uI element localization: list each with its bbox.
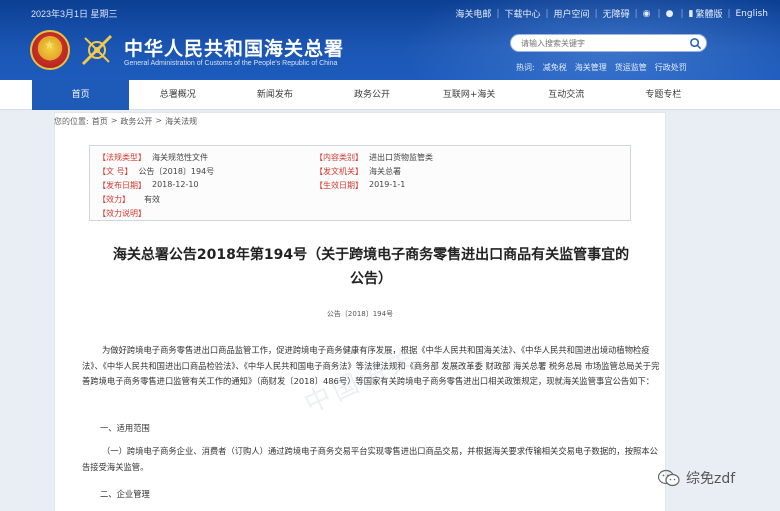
document-number: 公告〔2018〕194号 bbox=[326, 310, 394, 318]
meta-row: 【生效日期】 2019-1-1 bbox=[315, 180, 405, 191]
mobile-icon[interactable]: ▮ bbox=[688, 9, 693, 19]
customs-badge-icon bbox=[81, 34, 113, 66]
nav-item-interaction[interactable]: 互动交流 bbox=[518, 80, 615, 110]
nav-item-home[interactable]: 首页 bbox=[32, 80, 130, 110]
meta-value: 有效 bbox=[144, 195, 160, 204]
breadcrumb: 您的位置: 首页 > 政务公开 > 海关法规 bbox=[54, 116, 197, 127]
meta-value: 2019-1-1 bbox=[369, 180, 406, 189]
meta-row: 【法规类型】 海关规范性文件 bbox=[98, 152, 208, 163]
section-heading: 二、企业管理 bbox=[100, 489, 150, 499]
meta-value: 海关规范性文件 bbox=[152, 153, 208, 162]
meta-value: 2018-12-10 bbox=[152, 180, 199, 189]
main-nav: 首页 总署概况 新闻发布 政务公开 互联网+海关 互动交流 专题专栏 bbox=[0, 80, 780, 110]
meta-value: 海关总署 bbox=[369, 167, 401, 176]
nav-item-special-topics[interactable]: 专题专栏 bbox=[615, 80, 712, 110]
breadcrumb-separator: > bbox=[155, 116, 163, 125]
nav-items: 首页 总署概况 新闻发布 政务公开 互联网+海关 互动交流 专题专栏 bbox=[32, 80, 712, 110]
wechat-logo-icon bbox=[658, 469, 680, 487]
site-header: 2023年3月1日 星期三 海关电邮 | 下载中心 | 用户空间 | 无障碍 |… bbox=[0, 0, 780, 80]
search-icon[interactable] bbox=[689, 37, 702, 50]
site-subtitle: General Administration of Customs of the… bbox=[124, 60, 338, 67]
breadcrumb-regulations[interactable]: 海关法规 bbox=[165, 116, 197, 127]
meta-label: 【效力】 bbox=[98, 195, 130, 204]
current-date: 2023年3月1日 星期三 bbox=[31, 9, 118, 19]
hotword-link[interactable]: 减免税 bbox=[543, 62, 567, 73]
weibo-icon[interactable]: ◉ bbox=[643, 9, 651, 19]
meta-value: 公告〔2018〕194号 bbox=[138, 167, 215, 176]
document-title-line: 海关总署公告2018年第194号（关于跨境电子商务零售进出口商品有关监管事宜的 bbox=[112, 247, 630, 263]
top-links: 海关电邮 | 下载中心 | 用户空间 | 无障碍 | ◉ | ● | ▮ 繁體版… bbox=[455, 7, 769, 21]
hotwords: 热词: 减免税 海关管理 货运监管 行政处罚 bbox=[516, 62, 687, 73]
wechat-account-name: 综免zdf bbox=[686, 471, 736, 487]
paragraph: （一）跨境电子商务企业、消费者（订购人）通过跨境电子商务交易平台实现零售进出口商… bbox=[82, 446, 658, 472]
section-heading: 一、适用范围 bbox=[100, 423, 150, 433]
nav-item-overview[interactable]: 总署概况 bbox=[129, 80, 226, 110]
national-emblem-icon bbox=[30, 30, 70, 70]
meta-value: 进出口货物监管类 bbox=[369, 153, 433, 162]
meta-row: 【效力】 有效 bbox=[98, 194, 160, 205]
separator: | bbox=[680, 8, 684, 19]
meta-row: 【发文机关】 海关总署 bbox=[315, 166, 401, 177]
meta-row: 【效力说明】 bbox=[98, 208, 146, 219]
hotword-link[interactable]: 海关管理 bbox=[575, 62, 607, 73]
document-title-line: 公告） bbox=[350, 271, 392, 287]
breadcrumb-government-affairs[interactable]: 政务公开 bbox=[120, 116, 152, 127]
search-box[interactable] bbox=[510, 34, 707, 52]
site-title: 中华人民共和国海关总署 bbox=[124, 38, 345, 60]
hotword-link[interactable]: 行政处罚 bbox=[655, 62, 687, 73]
separator: | bbox=[727, 8, 731, 19]
hotword-link[interactable]: 货运监管 bbox=[615, 62, 647, 73]
top-link-download[interactable]: 下载中心 bbox=[504, 7, 540, 20]
meta-row: 【内容类别】 进出口货物监管类 bbox=[315, 152, 433, 163]
breadcrumb-separator: > bbox=[110, 116, 118, 125]
meta-row: 【发布日期】 2018-12-10 bbox=[98, 180, 199, 191]
meta-label: 【内容类别】 bbox=[315, 153, 363, 162]
meta-row: 【文 号】 公告〔2018〕194号 bbox=[98, 166, 214, 177]
meta-label: 【发文机关】 bbox=[315, 167, 363, 176]
wechat-icon[interactable]: ● bbox=[666, 9, 674, 19]
separator: | bbox=[634, 8, 638, 19]
breadcrumb-home[interactable]: 首页 bbox=[92, 116, 108, 127]
wechat-watermark: 综免zdf bbox=[658, 468, 735, 488]
top-link-accessibility[interactable]: 无障碍 bbox=[603, 7, 630, 20]
top-link-user-space[interactable]: 用户空间 bbox=[554, 7, 590, 20]
document-title: 海关总署公告2018年第194号（关于跨境电子商务零售进出口商品有关监管事宜的 … bbox=[86, 243, 656, 291]
meta-label: 【生效日期】 bbox=[315, 181, 363, 190]
separator: | bbox=[496, 8, 500, 19]
separator: | bbox=[657, 8, 661, 19]
top-link-email[interactable]: 海关电邮 bbox=[455, 7, 491, 20]
breadcrumb-label: 您的位置: bbox=[54, 117, 89, 126]
meta-label: 【文 号】 bbox=[98, 167, 133, 176]
hotwords-label: 热词: bbox=[516, 63, 535, 72]
meta-label: 【法规类型】 bbox=[98, 153, 146, 162]
top-link-traditional[interactable]: 繁體版 bbox=[695, 7, 722, 20]
search-input[interactable] bbox=[521, 36, 681, 51]
top-link-english[interactable]: English bbox=[736, 9, 769, 19]
metadata-table: 【法规类型】 海关规范性文件 【内容类别】 进出口货物监管类 【文 号】 公告〔… bbox=[89, 145, 631, 221]
nav-item-news[interactable]: 新闻发布 bbox=[226, 80, 323, 110]
separator: | bbox=[545, 8, 549, 19]
meta-label: 【效力说明】 bbox=[98, 209, 146, 218]
meta-label: 【发布日期】 bbox=[98, 181, 146, 190]
separator: | bbox=[594, 8, 598, 19]
nav-item-internet-customs[interactable]: 互联网+海关 bbox=[421, 80, 518, 110]
nav-item-government-affairs[interactable]: 政务公开 bbox=[323, 80, 420, 110]
